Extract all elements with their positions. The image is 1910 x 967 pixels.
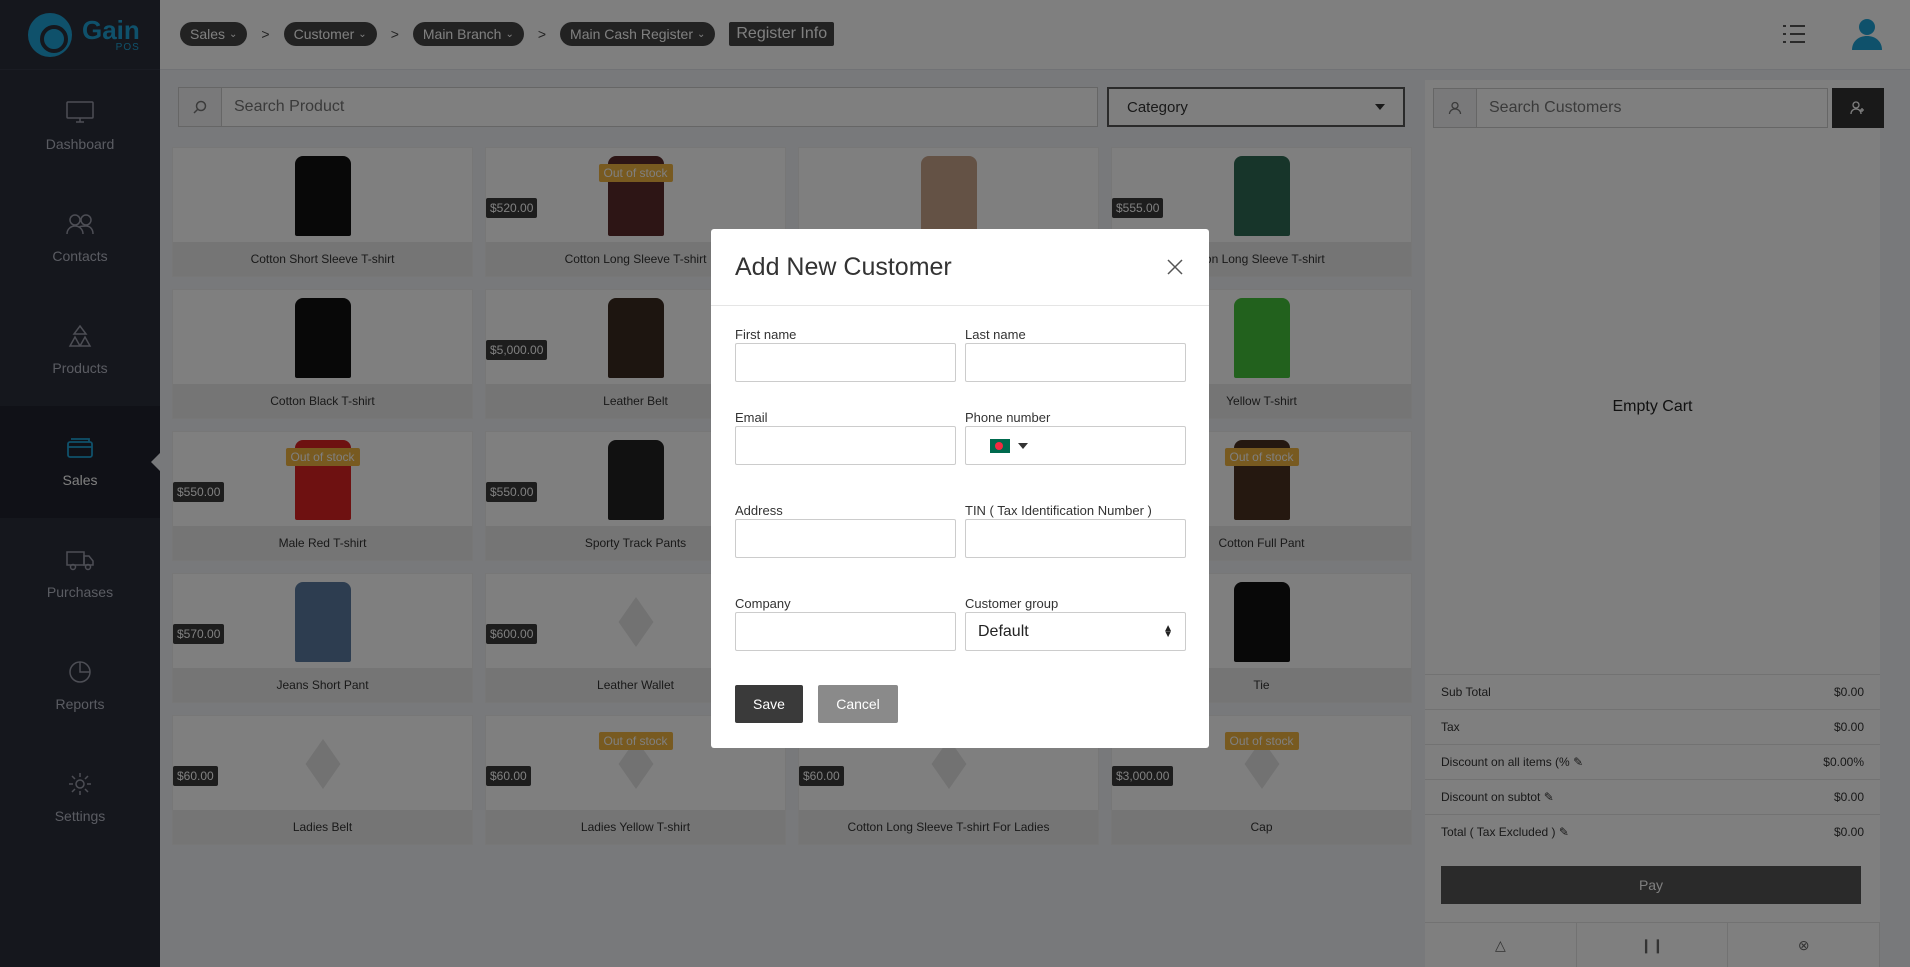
sort-icon: ▲ ▼ — [1163, 622, 1173, 640]
first-name-label: First name — [735, 327, 797, 342]
last-name-label: Last name — [965, 327, 1026, 342]
caret-down-icon — [1018, 442, 1028, 449]
phone-field[interactable] — [965, 426, 1186, 465]
tin-label: TIN ( Tax Identification Number ) — [965, 503, 1152, 518]
first-name-field[interactable] — [735, 343, 956, 382]
tin-field[interactable] — [965, 519, 1186, 558]
email-field[interactable] — [735, 426, 956, 465]
company-field[interactable] — [735, 612, 956, 651]
address-label: Address — [735, 503, 783, 518]
customer-group-label: Customer group — [965, 596, 1059, 611]
customer-group-value: Default — [978, 622, 1029, 640]
email-label: Email — [735, 410, 768, 425]
address-field[interactable] — [735, 519, 956, 558]
company-label: Company — [735, 596, 791, 611]
customer-group-select[interactable]: Default ▲ ▼ — [965, 612, 1186, 651]
modal-title: Add New Customer — [735, 252, 952, 281]
close-icon[interactable] — [1165, 257, 1185, 277]
bangladesh-flag-icon[interactable] — [990, 438, 1010, 453]
cancel-button[interactable]: Cancel — [818, 685, 898, 723]
phone-label: Phone number — [965, 410, 1051, 425]
last-name-field[interactable] — [965, 343, 1186, 382]
add-customer-modal: Add New Customer First name Last name Em… — [711, 229, 1209, 748]
save-button[interactable]: Save — [735, 685, 803, 723]
